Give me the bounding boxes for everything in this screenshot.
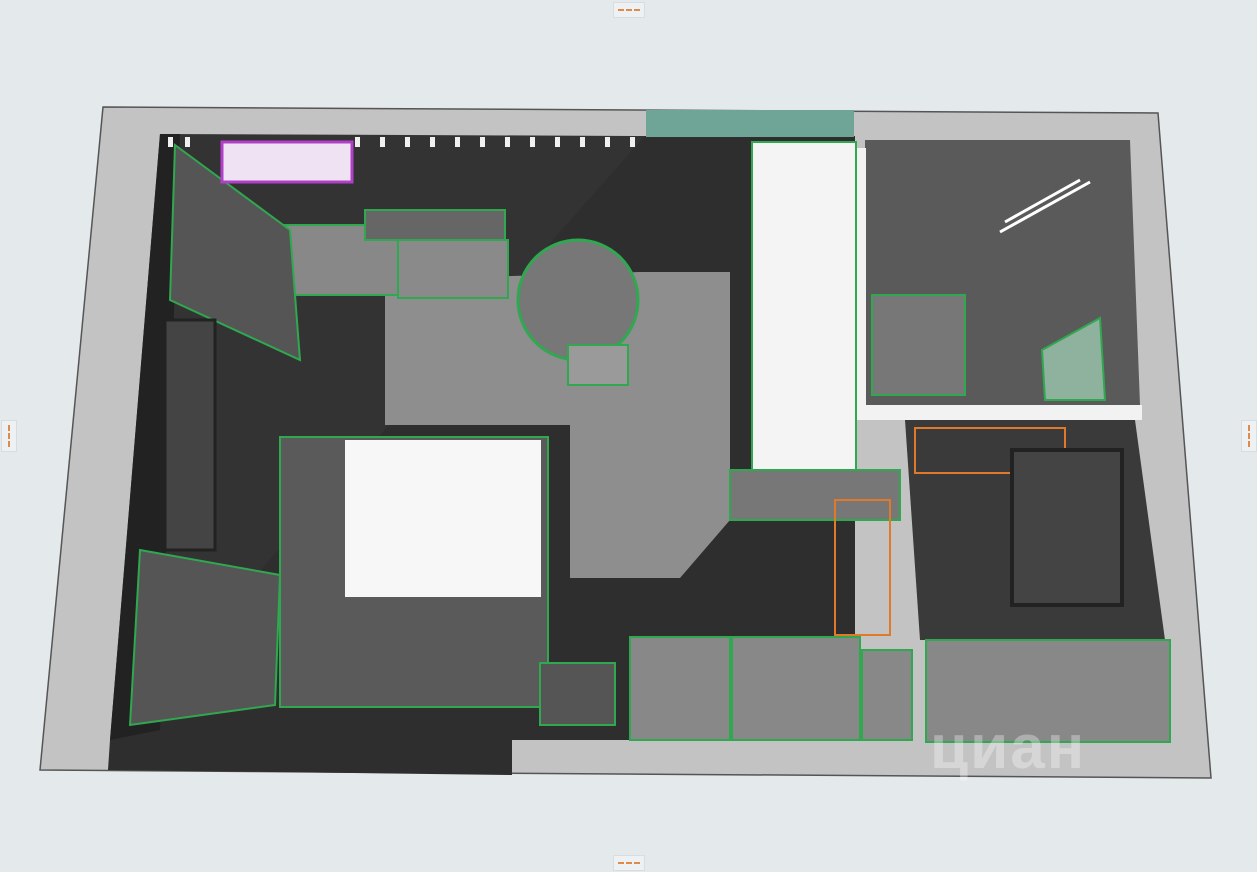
washbasin-cabinet [871, 294, 966, 396]
chair [567, 344, 629, 386]
kitchen-cabinet [397, 239, 509, 299]
entrance-door-frame [646, 110, 854, 137]
left-bottom-shelving [128, 548, 282, 727]
bottom-cabinet [629, 636, 731, 741]
bottom-cabinet [731, 636, 861, 741]
bed-mattress [345, 440, 541, 597]
air-conditioner [220, 140, 354, 184]
wardrobe-base [729, 469, 901, 521]
dining-table [516, 238, 640, 362]
wardrobe [751, 141, 857, 473]
watermark-logo: циан [930, 713, 1087, 782]
kitchen-hood [364, 209, 506, 241]
window [163, 318, 217, 552]
bottom-cabinet [861, 649, 913, 741]
bench [539, 662, 616, 726]
tv-screen [1010, 448, 1124, 607]
